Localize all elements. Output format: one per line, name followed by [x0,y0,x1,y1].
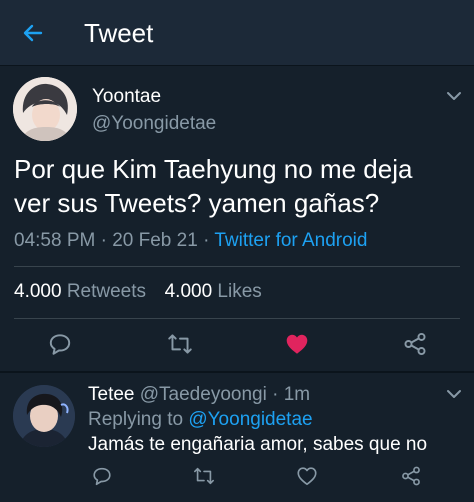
share-icon [402,466,420,486]
reply-author-avatar[interactable] [13,385,75,447]
tweet-meta: 04:58 PM · 20 Feb 21 · Twitter for Andro… [14,229,367,253]
replying-to-handle[interactable]: @Yoongidetae [188,409,312,430]
retweet-button[interactable] [166,330,194,358]
reply-retweet-button[interactable] [190,462,218,490]
reply-menu-button[interactable] [444,384,464,404]
retweets-count: 4.000 [14,281,62,302]
reply-icon [93,467,111,486]
retweet-icon [194,467,214,485]
replying-to-label: Replying to [88,409,184,430]
page-title: Tweet [84,18,154,48]
tweet-stats: 4.000 Retweets 4.000 Likes [14,280,262,304]
author-avatar[interactable] [13,77,77,141]
tweet-text: Por que Kim Taehyung no me deja ver sus … [14,152,464,220]
author-name[interactable]: Yoontae [92,86,161,108]
reply-author-name[interactable]: Tetee [88,384,134,405]
likes-stat[interactable]: 4.000 Likes [165,281,262,302]
heart-icon [286,334,308,354]
meta-separator: · [100,230,113,251]
author-handle[interactable]: @Yoongidetae [92,113,216,135]
meta-separator: · [203,230,215,251]
reply-age: 1m [283,384,311,405]
reply-author-handle[interactable]: @Taedeyoongi [140,384,267,405]
tweet-menu-button[interactable] [444,86,464,106]
reply-icon [49,334,71,355]
avatar-image [13,385,75,447]
retweets-label: Retweets [66,281,147,302]
tweet-source-link[interactable]: Twitter for Android [214,230,367,251]
tweet-text-line-1: Por que Kim Taehyung no me deja [14,154,413,184]
likes-count: 4.000 [164,281,213,302]
retweet-icon [168,334,192,354]
back-button[interactable] [19,19,47,47]
divider [14,266,460,267]
reply-separator: · [272,384,279,405]
section-divider [0,371,474,373]
replying-to: Replying to @Yoongidetae [88,408,313,432]
tweet-time: 04:58 PM [14,230,96,251]
back-arrow-icon [23,24,43,42]
chevron-down-icon [447,390,461,398]
reply-share-button[interactable] [397,462,425,490]
divider [14,318,460,319]
reply-like-button[interactable] [293,462,321,490]
share-button[interactable] [401,330,429,358]
chevron-down-icon [447,92,461,100]
tweet-text-line-2: ver sus Tweets? yamen gañas? [14,188,380,218]
reply-button[interactable] [46,330,74,358]
reply-reply-button[interactable] [88,462,116,490]
retweets-stat[interactable]: 4.000 Retweets [14,281,151,302]
share-icon [404,332,426,356]
likes-label: Likes [217,281,262,302]
heart-icon [297,467,317,486]
tweet-date: 20 Feb 21 [112,230,198,251]
reply-header: Tetee @Taedeyoongi · 1m [88,383,310,407]
reply-text: Jamás te engañaria amor, sabes que no [88,434,428,455]
avatar-image [13,77,77,141]
top-bar: Tweet [0,0,474,66]
like-button[interactable] [283,330,311,358]
